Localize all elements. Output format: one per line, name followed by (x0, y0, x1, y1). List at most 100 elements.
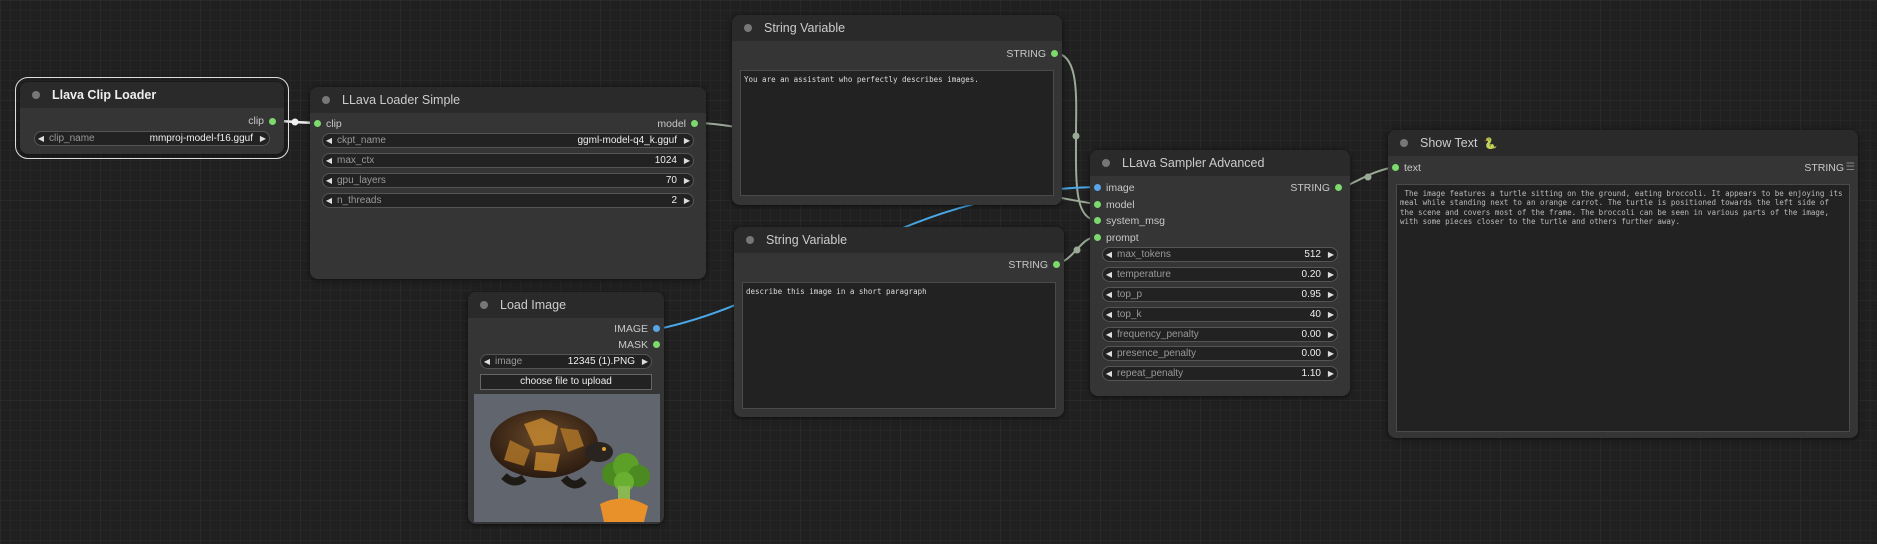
output-slot-string[interactable] (1051, 50, 1058, 57)
increment-arrow-icon[interactable]: ▶ (1325, 349, 1337, 358)
text-input-prompt[interactable]: describe this image in a short paragraph (742, 282, 1056, 409)
decrement-arrow-icon[interactable]: ◀ (1103, 270, 1115, 279)
increment-arrow-icon[interactable]: ▶ (681, 176, 693, 185)
widget-value: ggml-model-q4_k.gguf (577, 135, 678, 146)
node-title: String Variable (766, 233, 848, 247)
collapse-dot-icon[interactable] (322, 96, 330, 104)
widget-name: clip_name (49, 133, 95, 144)
widget-ckpt-name[interactable]: ◀ ckpt_name ggml-model-q4_k.gguf ▶ (322, 133, 694, 148)
node-load-image[interactable]: Load Image IMAGE MASK ◀ image 12345 (1).… (468, 292, 664, 524)
widget-value: 0.20 (1301, 269, 1321, 280)
output-slot-image[interactable] (653, 325, 660, 332)
widget-temperature[interactable]: ◀ temperature 0.20 ▶ (1102, 267, 1338, 282)
wire-system-msg-midpoint (1072, 132, 1080, 140)
widget-max-tokens[interactable]: ◀ max_tokens 512 ▶ (1102, 247, 1338, 262)
decrement-arrow-icon[interactable]: ◀ (35, 134, 47, 143)
increment-arrow-icon[interactable]: ▶ (1325, 310, 1337, 319)
input-slot-prompt[interactable] (1094, 234, 1101, 241)
widget-value: 512 (1304, 249, 1321, 260)
node-title-bar[interactable]: LLava Loader Simple (310, 87, 706, 113)
decrement-arrow-icon[interactable]: ◀ (1103, 349, 1115, 358)
widget-max-ctx[interactable]: ◀ max_ctx 1024 ▶ (322, 153, 694, 168)
collapse-dot-icon[interactable] (744, 24, 752, 32)
node-llava-sampler-advanced[interactable]: LLava Sampler Advanced image STRING mode… (1090, 150, 1350, 396)
input-label-clip: clip (326, 118, 342, 130)
node-llava-loader-simple[interactable]: LLava Loader Simple clip model ◀ ckpt_na… (310, 87, 706, 279)
collapse-dot-icon[interactable] (1102, 159, 1110, 167)
decrement-arrow-icon[interactable]: ◀ (1103, 330, 1115, 339)
wire-clip-midpoint (291, 118, 299, 126)
collapse-dot-icon[interactable] (1400, 139, 1408, 147)
widget-value: 12345 (1).PNG (567, 356, 635, 367)
widget-name: n_threads (337, 195, 382, 206)
collapse-dot-icon[interactable] (32, 91, 40, 99)
input-slot-text[interactable] (1392, 164, 1399, 171)
widget-name: image (495, 356, 523, 367)
input-slot-model[interactable] (1094, 201, 1101, 208)
decrement-arrow-icon[interactable]: ◀ (323, 156, 335, 165)
output-label-string: STRING (1006, 48, 1046, 60)
widget-top-k[interactable]: ◀ top_k 40 ▶ (1102, 307, 1338, 322)
collapse-dot-icon[interactable] (746, 236, 754, 244)
increment-arrow-icon[interactable]: ▶ (1325, 270, 1337, 279)
increment-arrow-icon[interactable]: ▶ (681, 156, 693, 165)
output-slot-clip[interactable] (269, 118, 276, 125)
widget-value: 2 (671, 195, 677, 206)
text-output-display[interactable]: The image features a turtle sitting on t… (1396, 184, 1850, 432)
node-title-bar[interactable]: LLava Sampler Advanced (1090, 150, 1350, 176)
widget-value: 0.95 (1301, 289, 1321, 300)
input-slot-system-msg[interactable] (1094, 217, 1101, 224)
node-string-variable-system[interactable]: String Variable STRING You are an assist… (732, 15, 1062, 205)
widget-frequency-penalty[interactable]: ◀ frequency_penalty 0.00 ▶ (1102, 327, 1338, 342)
node-title-bar[interactable]: String Variable (732, 15, 1062, 41)
increment-arrow-icon[interactable]: ▶ (1325, 330, 1337, 339)
increment-arrow-icon[interactable]: ▶ (1325, 290, 1337, 299)
input-label-system-msg: system_msg (1106, 215, 1165, 227)
node-show-text[interactable]: Show Text 🐍 text STRING ☰ The image featu… (1388, 130, 1858, 438)
node-title-bar[interactable]: Load Image (468, 292, 664, 318)
node-llava-clip-loader[interactable]: Llava Clip Loader clip ◀ clip_name mmpro… (15, 77, 289, 159)
widget-image-select[interactable]: ◀ image 12345 (1).PNG ▶ (480, 354, 652, 369)
increment-arrow-icon[interactable]: ▶ (257, 134, 269, 143)
choose-file-button[interactable]: choose file to upload (480, 374, 652, 390)
node-title-bar[interactable]: String Variable (734, 227, 1064, 253)
node-string-variable-prompt[interactable]: String Variable STRING describe this ima… (734, 227, 1064, 417)
widget-name: max_tokens (1117, 249, 1171, 260)
increment-arrow-icon[interactable]: ▶ (1325, 250, 1337, 259)
output-slot-string[interactable] (1335, 184, 1342, 191)
decrement-arrow-icon[interactable]: ◀ (1103, 290, 1115, 299)
decrement-arrow-icon[interactable]: ◀ (323, 136, 335, 145)
decrement-arrow-icon[interactable]: ◀ (323, 196, 335, 205)
widget-clip-name[interactable]: ◀ clip_name mmproj-model-f16.gguf ▶ (34, 131, 270, 146)
node-title-bar[interactable]: Llava Clip Loader (20, 82, 284, 108)
input-slot-clip[interactable] (314, 120, 321, 127)
output-slot-model[interactable] (691, 120, 698, 127)
widget-gpu-layers[interactable]: ◀ gpu_layers 70 ▶ (322, 173, 694, 188)
widget-name: frequency_penalty (1117, 329, 1199, 340)
output-label-string: STRING (1008, 259, 1048, 271)
decrement-arrow-icon[interactable]: ◀ (481, 357, 493, 366)
decrement-arrow-icon[interactable]: ◀ (323, 176, 335, 185)
output-slot-mask[interactable] (653, 341, 660, 348)
increment-arrow-icon[interactable]: ▶ (1325, 369, 1337, 378)
node-title: Llava Clip Loader (52, 88, 157, 102)
input-slot-image[interactable] (1094, 184, 1101, 191)
widget-top-p[interactable]: ◀ top_p 0.95 ▶ (1102, 287, 1338, 302)
increment-arrow-icon[interactable]: ▶ (681, 196, 693, 205)
decrement-arrow-icon[interactable]: ◀ (1103, 310, 1115, 319)
node-title: Load Image (500, 298, 567, 312)
output-slot-string[interactable] (1053, 261, 1060, 268)
decrement-arrow-icon[interactable]: ◀ (1103, 369, 1115, 378)
increment-arrow-icon[interactable]: ▶ (639, 357, 651, 366)
widget-repeat-penalty[interactable]: ◀ repeat_penalty 1.10 ▶ (1102, 366, 1338, 381)
decrement-arrow-icon[interactable]: ◀ (1103, 250, 1115, 259)
widget-name: presence_penalty (1117, 348, 1196, 359)
widget-n-threads[interactable]: ◀ n_threads 2 ▶ (322, 193, 694, 208)
wire-string-out-midpoint (1364, 173, 1372, 181)
text-input-system-message[interactable]: You are an assistant who perfectly descr… (740, 70, 1054, 196)
collapse-dot-icon[interactable] (480, 301, 488, 309)
widget-presence-penalty[interactable]: ◀ presence_penalty 0.00 ▶ (1102, 346, 1338, 361)
node-title-bar[interactable]: Show Text 🐍 (1388, 130, 1858, 156)
output-label-clip: clip (248, 115, 264, 127)
increment-arrow-icon[interactable]: ▶ (681, 136, 693, 145)
